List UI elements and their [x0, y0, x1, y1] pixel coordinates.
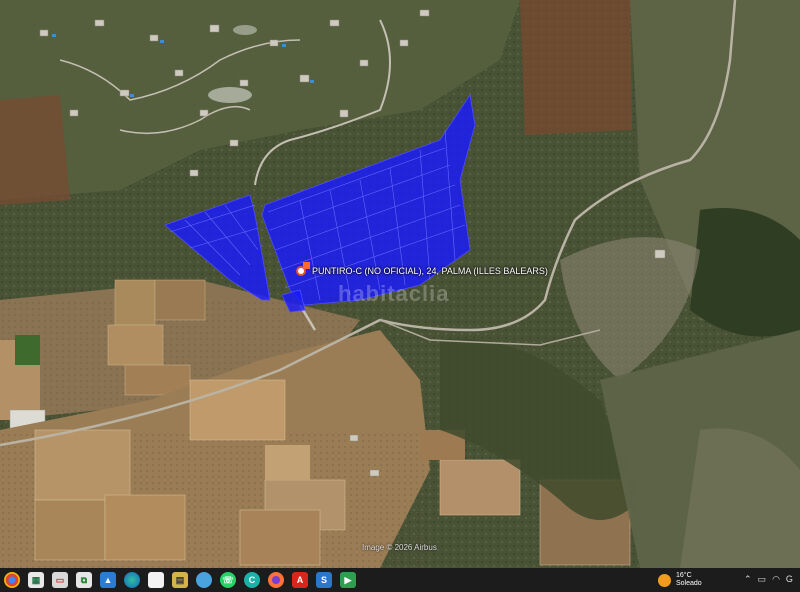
imagery-credit: Image © 2026 Airbus: [362, 543, 437, 552]
s-app-icon[interactable]: S: [316, 572, 332, 588]
photos-icon[interactable]: ▲: [100, 572, 116, 588]
spreadsheet-icon[interactable]: ▦: [28, 572, 44, 588]
sun-icon: [658, 573, 671, 587]
marker-square-icon: [303, 262, 310, 269]
weather-desc: Soleado: [676, 580, 702, 587]
presentation-icon[interactable]: ▭: [52, 572, 68, 588]
acrobat-icon[interactable]: A: [292, 572, 308, 588]
weather-widget[interactable]: 16°C Soleado: [658, 572, 702, 588]
wifi-icon[interactable]: ◠: [772, 574, 780, 585]
system-tray: ⌃ ▭ ◠ G: [744, 574, 793, 585]
map-viewport[interactable]: PUNTIRO-C (NO OFICIAL), 24, PALMA (ILLES…: [0, 0, 800, 592]
chevron-up-icon[interactable]: ⌃: [744, 574, 752, 585]
globe-icon[interactable]: [196, 572, 212, 588]
firefox-icon[interactable]: [268, 572, 284, 588]
tray-text[interactable]: G: [786, 574, 793, 585]
network-icon[interactable]: ⧉: [76, 572, 92, 588]
edge-icon[interactable]: [124, 572, 140, 588]
weather-temp: 16°C: [676, 572, 692, 579]
archive-icon[interactable]: ▤: [172, 572, 188, 588]
file-icon[interactable]: [148, 572, 164, 588]
parcel-label[interactable]: PUNTIRO-C (NO OFICIAL), 24, PALMA (ILLES…: [312, 266, 548, 276]
c-app-icon[interactable]: C: [244, 572, 260, 588]
watermark: habitaclia: [338, 281, 450, 306]
whatsapp-icon[interactable]: ☏: [220, 572, 236, 588]
folder-icon[interactable]: ▭: [758, 574, 767, 585]
chrome-icon[interactable]: [4, 572, 20, 588]
play-icon[interactable]: ▶: [340, 572, 356, 588]
